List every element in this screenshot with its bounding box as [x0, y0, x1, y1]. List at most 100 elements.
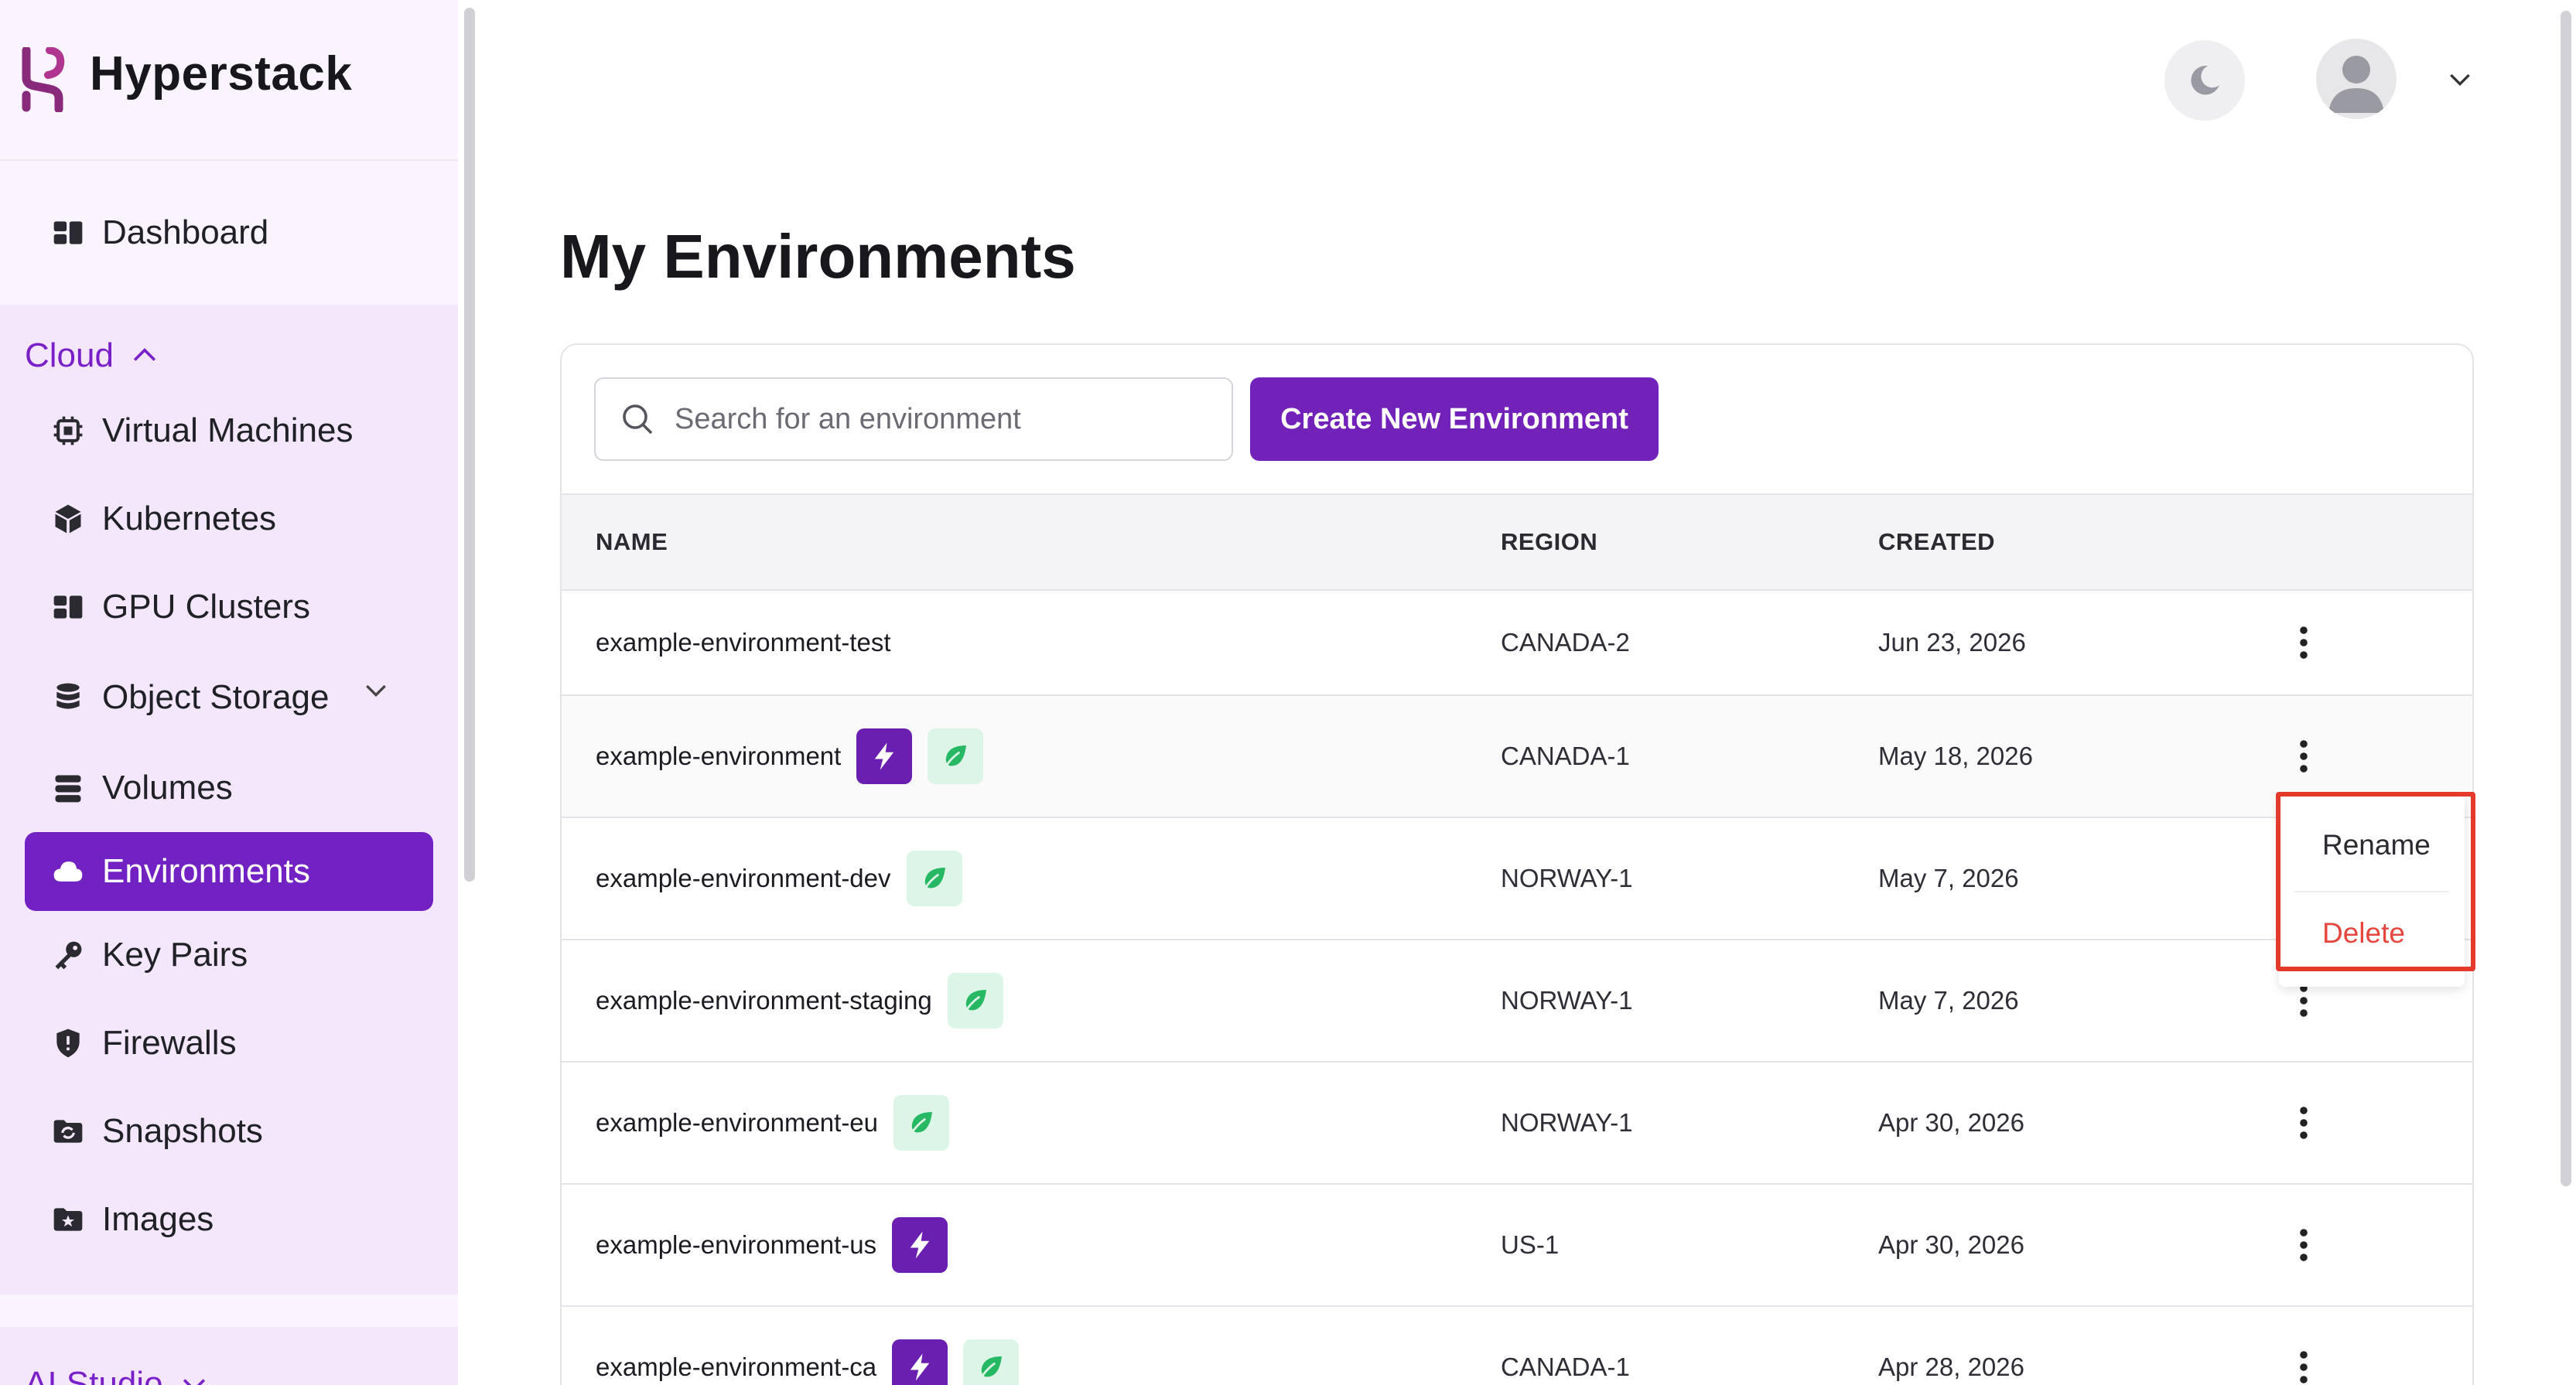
environment-name[interactable]: example-environment-us: [596, 1230, 876, 1260]
column-header-name[interactable]: NAME: [596, 528, 668, 556]
row-actions-icon[interactable]: [2288, 1344, 2319, 1385]
brand-name: Hyperstack: [90, 46, 353, 101]
ai-studio-group-toggle[interactable]: AI Studio: [0, 1353, 458, 1385]
chevron-up-icon: [133, 348, 156, 361]
region-cell: NORWAY-1: [1501, 1108, 1633, 1137]
row-actions-icon[interactable]: [2288, 619, 2319, 666]
leaf-badge-icon: [963, 1339, 1020, 1385]
environments-table: NAME REGION CREATED example-environment-…: [562, 493, 2472, 1385]
moon-icon: [2191, 66, 2219, 95]
app-root: Hyperstack Dashboard Cloud Virtual Machi…: [0, 0, 2576, 1385]
table-row[interactable]: example-environment-test CANADA-2 Jun 23…: [562, 591, 2472, 696]
name-cell: example-environment-test: [596, 628, 891, 657]
table-row[interactable]: example-environment-us US-1 Apr 30, 2026: [562, 1185, 2472, 1307]
page-title: My Environments: [560, 222, 1076, 291]
volumes-icon: [51, 771, 85, 805]
dashboard-icon: [51, 216, 85, 250]
sidebar-item-label: Key Pairs: [102, 936, 248, 974]
created-cell: May 7, 2026: [1878, 864, 2019, 892]
row-actions-icon[interactable]: [2288, 733, 2319, 779]
sidebar-item-label: Virtual Machines: [102, 411, 354, 449]
menu-divider: [2294, 891, 2449, 892]
created-cell: Apr 30, 2026: [1878, 1108, 2024, 1137]
region-cell: CANADA-1: [1501, 742, 1630, 770]
region-cell: NORWAY-1: [1501, 864, 1633, 892]
group-label: AI Studio: [25, 1365, 163, 1385]
created-cell: Apr 28, 2026: [1878, 1353, 2024, 1381]
shield-icon: [51, 1026, 85, 1060]
name-cell: example-environment-us: [596, 1217, 948, 1273]
search-box[interactable]: [594, 377, 1233, 461]
table-row[interactable]: example-environment CANADA-1 May 18, 202…: [562, 696, 2472, 818]
sidebar-item-label: Snapshots: [102, 1112, 263, 1150]
environment-name[interactable]: example-environment-dev: [596, 864, 891, 893]
name-cell: example-environment-staging: [596, 973, 1003, 1029]
cube-icon: [51, 502, 85, 536]
created-cell: May 7, 2026: [1878, 986, 2019, 1015]
leaf-badge-icon: [906, 851, 962, 906]
table-row[interactable]: example-environment-ca CANADA-1 Apr 28, …: [562, 1307, 2472, 1385]
name-cell: example-environment-eu: [596, 1095, 950, 1151]
row-actions-icon[interactable]: [2288, 1100, 2319, 1146]
sidebar-item-label: Images: [102, 1200, 214, 1238]
sidebar-item-label: Environments: [102, 852, 311, 890]
cluster-icon: [51, 590, 85, 624]
environment-name[interactable]: example-environment: [596, 742, 841, 771]
sidebar-item-label: Object Storage: [102, 678, 330, 716]
create-environment-button[interactable]: Create New Environment: [1250, 377, 1659, 461]
logo[interactable]: Hyperstack: [0, 0, 458, 161]
sidebar: Hyperstack Dashboard Cloud Virtual Machi…: [0, 0, 458, 1385]
chevron-down-icon: [183, 1379, 205, 1385]
column-header-created[interactable]: CREATED: [1878, 528, 1995, 556]
ai-studio-group: AI Studio: [0, 1327, 458, 1385]
sidebar-item-object-storage[interactable]: Object Storage: [0, 651, 458, 744]
bolt-badge-icon: [892, 1217, 948, 1273]
sidebar-item-firewalls[interactable]: Firewalls: [0, 999, 458, 1087]
sidebar-item-gpu-clusters[interactable]: GPU Clusters: [0, 563, 458, 651]
created-cell: Jun 23, 2026: [1878, 628, 2026, 657]
table-row[interactable]: example-environment-dev NORWAY-1 May 7, …: [562, 818, 2472, 940]
sidebar-item-volumes[interactable]: Volumes: [0, 744, 458, 832]
sidebar-item-images[interactable]: Images: [0, 1175, 458, 1264]
name-cell: example-environment-ca: [596, 1339, 1020, 1385]
chevron-down-icon[interactable]: [360, 674, 391, 705]
row-actions-icon[interactable]: [2288, 1222, 2319, 1268]
page-scrollbar[interactable]: [2561, 11, 2571, 1186]
environment-name[interactable]: example-environment-ca: [596, 1353, 876, 1382]
image-icon: [51, 1202, 85, 1237]
environment-name[interactable]: example-environment-eu: [596, 1108, 878, 1138]
cloud-group-toggle[interactable]: Cloud: [0, 325, 458, 387]
sidebar-item-key-pairs[interactable]: Key Pairs: [0, 911, 458, 999]
column-header-region[interactable]: REGION: [1501, 528, 1597, 556]
name-cell: example-environment-dev: [596, 851, 962, 906]
table-row[interactable]: example-environment-staging NORWAY-1 May…: [562, 940, 2472, 1063]
created-cell: May 18, 2026: [1878, 742, 2033, 770]
name-cell: example-environment: [596, 728, 984, 784]
theme-toggle-button[interactable]: [2164, 40, 2245, 121]
dashboard-section: Dashboard: [0, 161, 458, 305]
sidebar-item-virtual-machines[interactable]: Virtual Machines: [0, 387, 458, 475]
row-actions-menu: Rename Delete: [2279, 797, 2465, 987]
hyperstack-logo-icon: [22, 47, 65, 112]
sidebar-scrollbar[interactable]: [464, 8, 475, 882]
sidebar-item-kubernetes[interactable]: Kubernetes: [0, 475, 458, 563]
sidebar-item-label: Dashboard: [102, 213, 269, 251]
bolt-badge-icon: [856, 728, 913, 784]
region-cell: CANADA-1: [1501, 1353, 1630, 1381]
table-row[interactable]: example-environment-eu NORWAY-1 Apr 30, …: [562, 1063, 2472, 1185]
environment-name[interactable]: example-environment-staging: [596, 986, 932, 1015]
user-avatar-icon[interactable]: [2316, 39, 2397, 119]
search-input[interactable]: [675, 402, 1216, 436]
delete-menu-item[interactable]: Delete: [2322, 917, 2405, 950]
environment-name[interactable]: example-environment-test: [596, 628, 891, 657]
sidebar-item-dashboard[interactable]: Dashboard: [0, 193, 268, 272]
sidebar-item-label: Firewalls: [102, 1024, 237, 1062]
sidebar-item-snapshots[interactable]: Snapshots: [0, 1087, 458, 1175]
rename-menu-item[interactable]: Rename: [2322, 829, 2431, 861]
search-icon: [623, 404, 653, 435]
chevron-down-icon[interactable]: [2444, 63, 2475, 94]
environments-card: Create New Environment NAME REGION CREAT…: [560, 343, 2474, 1385]
sidebar-item-environments[interactable]: Environments: [25, 832, 433, 911]
leaf-badge-icon: [947, 973, 1003, 1029]
region-cell: CANADA-2: [1501, 628, 1630, 657]
